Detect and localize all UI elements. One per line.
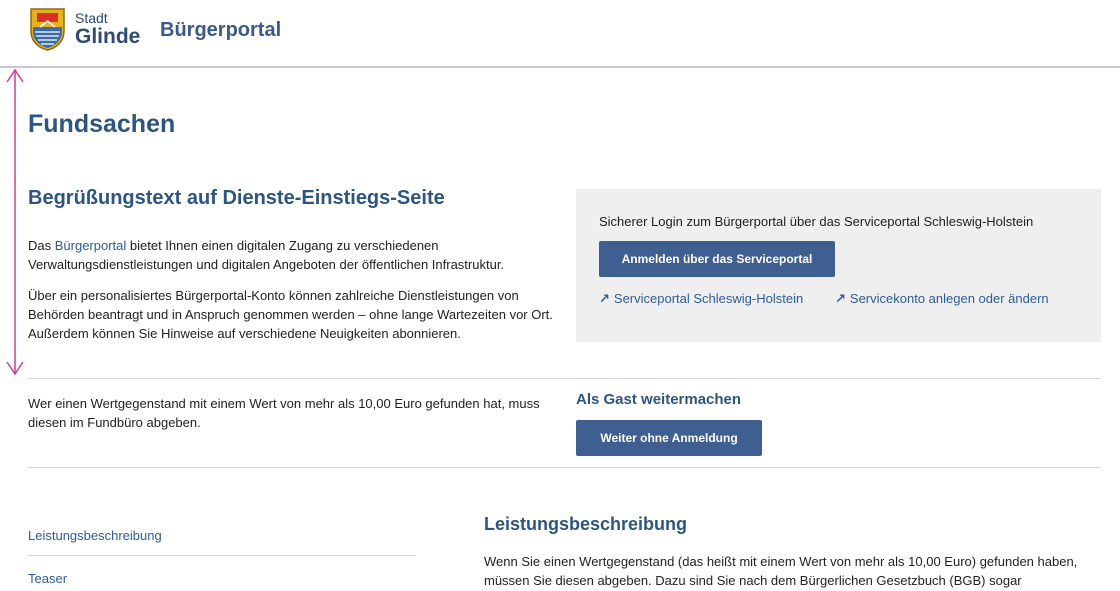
buergerportal-link[interactable]: Bürgerportal <box>55 238 127 253</box>
section-body: Wenn Sie einen Wertgegenstand (das heißt… <box>484 554 1078 588</box>
section-title: Leistungsbeschreibung <box>484 514 688 534</box>
city-logo-text[interactable]: Stadt Glinde <box>75 11 140 47</box>
intro-paragraph-2: Über ein personalisiertes Bürgerportal-K… <box>28 288 553 341</box>
city-crest-icon[interactable] <box>29 7 66 51</box>
serviceportal-link-label: Serviceportal Schleswig-Holstein <box>613 291 804 306</box>
page-title: Fundsachen <box>28 110 176 138</box>
guest-heading: Als Gast weitermachen <box>576 391 742 408</box>
divider <box>28 467 1101 468</box>
logo-city-name: Glinde <box>75 25 141 48</box>
login-description: Sicherer Login zum Bürgerportal über das… <box>599 214 1034 229</box>
login-serviceportal-button[interactable]: Anmelden über das Serviceportal <box>599 241 835 277</box>
height-measure-arrow-icon <box>6 68 24 376</box>
servicekonto-link[interactable]: ↗ Servicekonto anlegen oder ändern <box>835 291 1049 307</box>
intro-paragraph-1: Das Bürgerportal bietet Ihnen einen digi… <box>28 236 558 274</box>
sidebar-item-leistungsbeschreibung[interactable]: Leistungsbeschreibung <box>28 528 162 543</box>
sidebar-divider <box>28 555 416 556</box>
logo-small-text: Stadt <box>75 10 108 26</box>
intro-text-start: Das <box>28 238 55 253</box>
portal-title[interactable]: Bürgerportal <box>160 19 281 42</box>
login-box: Sicherer Login zum Bürgerportal über das… <box>576 189 1101 342</box>
sidebar-item-teaser[interactable]: Teaser <box>28 571 67 586</box>
site-header: Stadt Glinde Bürgerportal <box>0 0 1120 68</box>
servicekonto-link-label: Servicekonto anlegen oder ändern <box>849 291 1049 306</box>
welcome-heading: Begrüßungstext auf Dienste-Einstiegs-Sei… <box>28 187 445 209</box>
external-link-icon: ↗ <box>599 291 610 306</box>
found-item-notice: Wer einen Wertgegenstand mit einem Wert … <box>28 396 540 430</box>
divider <box>28 378 1101 379</box>
serviceportal-link[interactable]: ↗ Serviceportal Schleswig-Holstein <box>599 291 803 307</box>
continue-as-guest-button[interactable]: Weiter ohne Anmeldung <box>576 420 762 456</box>
external-link-icon: ↗ <box>835 291 846 306</box>
